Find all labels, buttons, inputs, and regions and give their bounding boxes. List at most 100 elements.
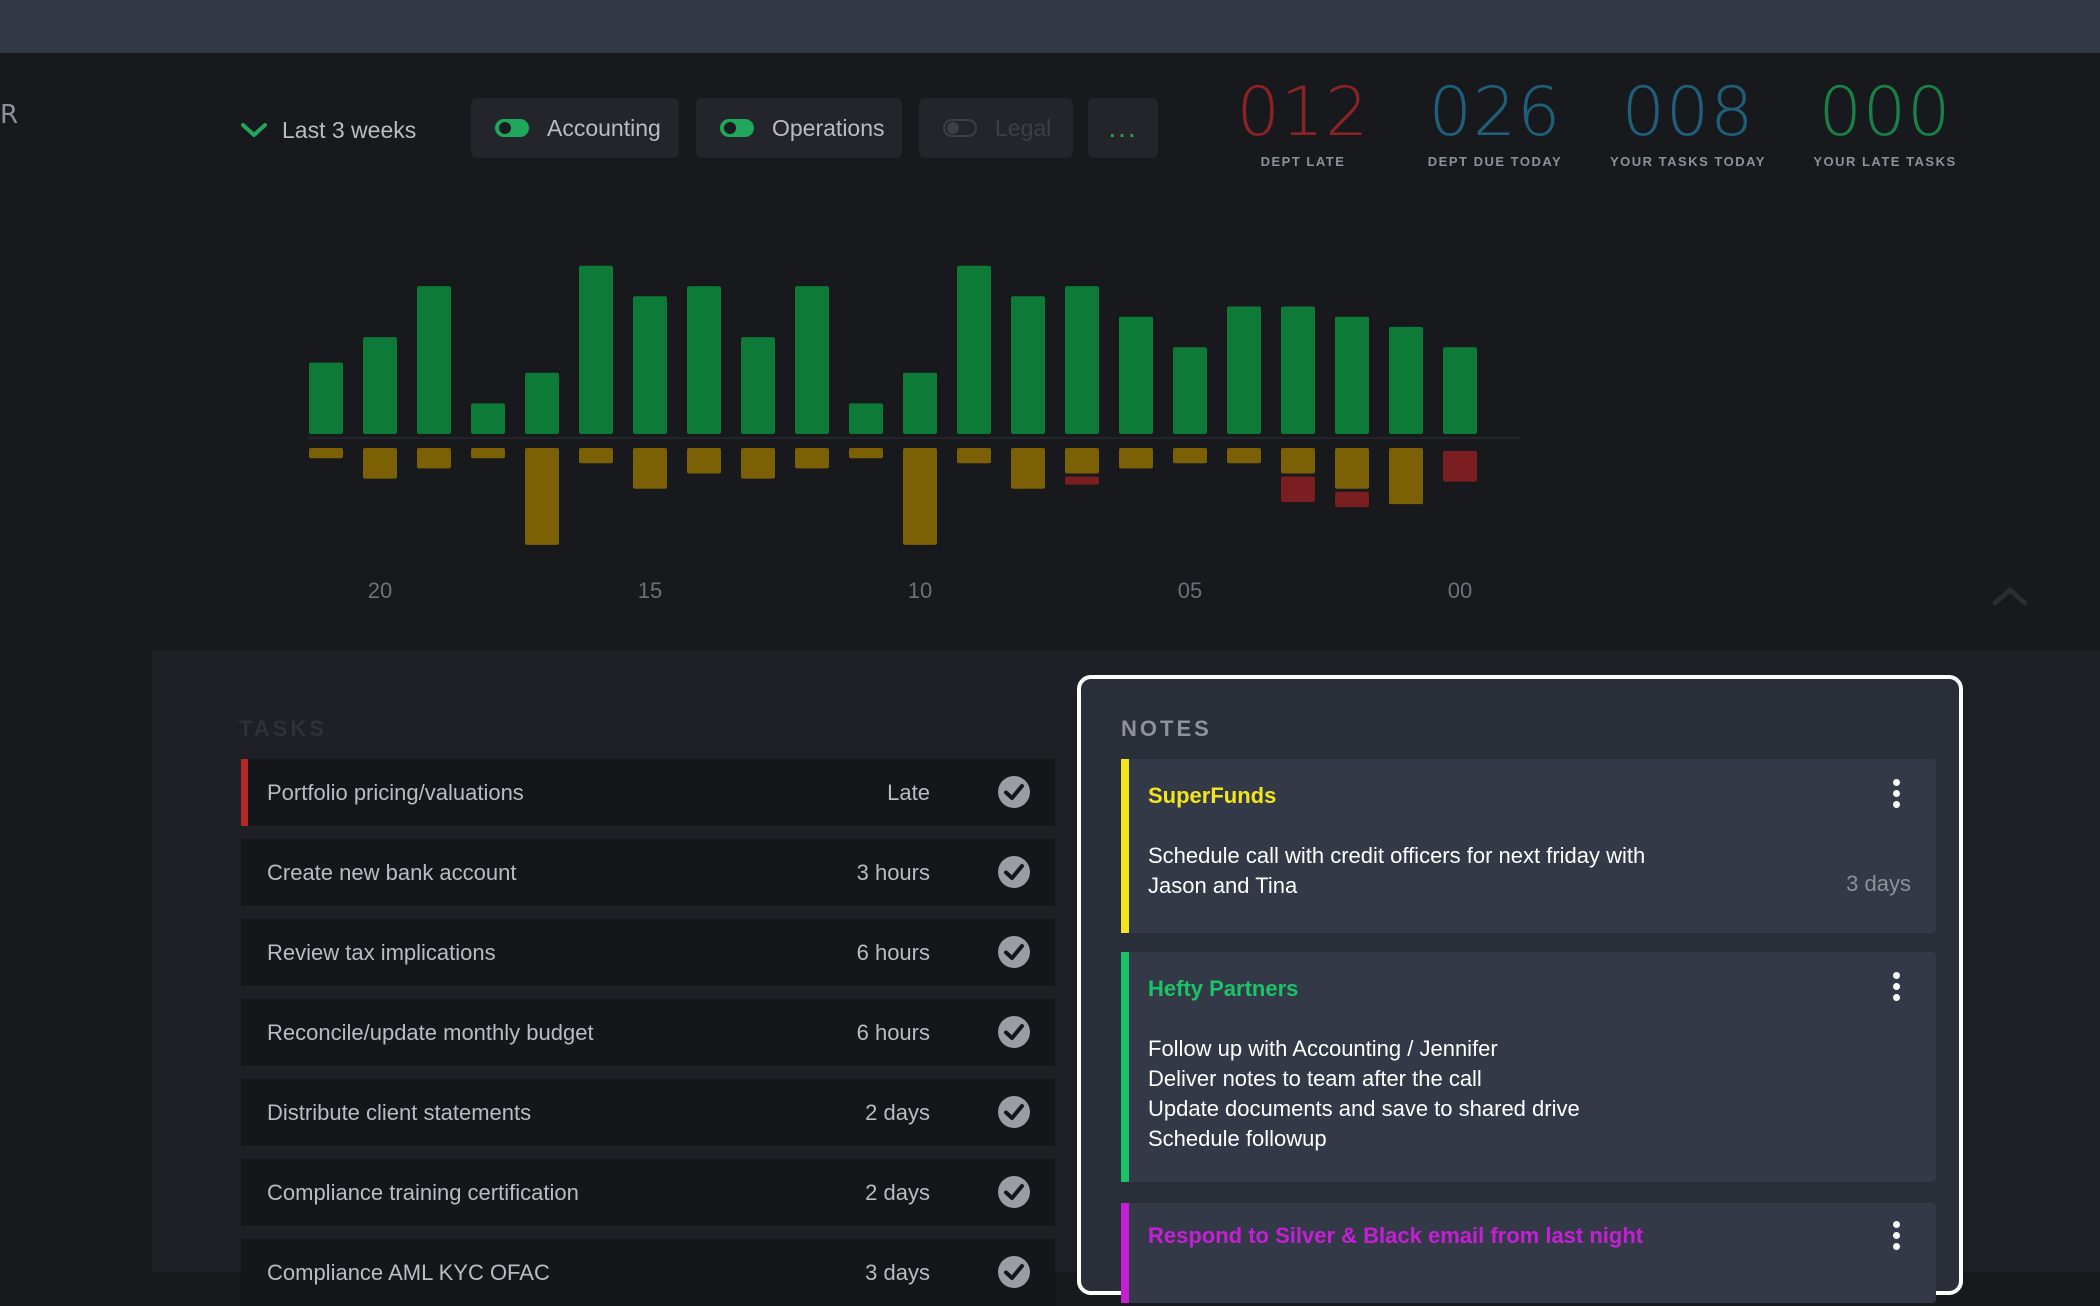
task-due: 3 hours: [856, 859, 930, 885]
chart-bar-pending: [1173, 448, 1207, 464]
tasks-title: TASKS: [239, 716, 327, 741]
note-card[interactable]: Respond to Silver & Black email from las…: [1121, 1203, 1936, 1303]
note-color-bar: [1121, 759, 1129, 933]
chart-bar-pending: [1281, 448, 1315, 474]
note-title: Respond to Silver & Black email from las…: [1148, 1223, 1644, 1248]
toggle-accounting[interactable]: Accounting: [471, 98, 679, 158]
stat-value: 026: [1428, 73, 1562, 152]
x-tick-label: 15: [638, 578, 662, 603]
task-row[interactable]: Compliance AML KYC OFAC 3 days: [241, 1239, 1055, 1306]
chart-bar-completed: [1281, 306, 1315, 434]
chart-bar-completed: [417, 286, 451, 434]
check-circle-icon[interactable]: [997, 1255, 1031, 1289]
chart-bar-pending: [741, 448, 775, 479]
note-card[interactable]: Hefty Partners Follow up with Accounting…: [1121, 952, 1936, 1182]
chart-bar-completed: [795, 286, 829, 434]
chart-bar-completed: [1011, 296, 1045, 434]
more-options-icon[interactable]: [1893, 972, 1901, 1005]
chart-bar-completed: [1443, 347, 1477, 434]
check-circle-icon[interactable]: [997, 1175, 1031, 1209]
check-circle-icon[interactable]: [997, 1015, 1031, 1049]
task-name: Compliance AML KYC OFAC: [267, 1259, 550, 1285]
chart-bar-completed: [1065, 286, 1099, 434]
chart-bar-late: [1065, 476, 1099, 485]
activity-bar-chart: 20 15 10 05 00: [308, 265, 1520, 603]
chevron-up-icon[interactable]: [1992, 586, 2028, 611]
chart-bar-pending: [957, 448, 991, 464]
chart-bar-completed: [957, 265, 991, 434]
chart-bar-completed: [471, 403, 505, 434]
chart-bar-pending: [903, 448, 937, 545]
task-row[interactable]: Compliance training certification 2 days: [241, 1159, 1055, 1226]
chart-bar-pending: [1335, 448, 1369, 489]
more-options-icon[interactable]: [1893, 779, 1901, 812]
task-due: 2 days: [865, 1179, 930, 1205]
stat-label: DEPT LATE: [1260, 154, 1346, 169]
chart-bar-pending: [1065, 448, 1099, 474]
more-filters-button[interactable]: ...: [1088, 98, 1158, 158]
chart-bar-pending: [471, 448, 505, 459]
notes-title: NOTES: [1121, 716, 1212, 741]
task-row[interactable]: Reconcile/update monthly budget 6 hours: [241, 999, 1055, 1066]
note-card[interactable]: SuperFunds Schedule call with credit off…: [1121, 759, 1936, 933]
toggle-legal-label: Legal: [995, 114, 1052, 141]
task-due: 3 days: [865, 1259, 930, 1285]
date-range-dropdown[interactable]: Last 3 weeks: [240, 112, 416, 148]
toggle-legal[interactable]: Legal: [919, 98, 1073, 158]
task-name: Create new bank account: [267, 859, 517, 885]
chart-bar-completed: [1389, 326, 1423, 434]
chart-bar-pending: [579, 448, 613, 464]
chart-bar-pending: [1389, 448, 1423, 505]
stat-label: DEPT DUE TODAY: [1427, 154, 1563, 169]
task-row[interactable]: Portfolio pricing/valuations Late: [241, 759, 1055, 826]
task-due: 6 hours: [856, 1019, 930, 1045]
note-color-bar: [1121, 1203, 1129, 1303]
chart-bar-pending: [849, 448, 883, 459]
task-row[interactable]: Create new bank account 3 hours: [241, 839, 1055, 906]
task-due: Late: [887, 779, 930, 805]
note-body: Schedule call with credit officers for n…: [1148, 843, 1646, 898]
chart-bar-completed: [849, 403, 883, 434]
check-circle-icon[interactable]: [997, 1095, 1031, 1129]
stat-value: 000: [1818, 73, 1952, 152]
task-name: Reconcile/update monthly budget: [267, 1019, 594, 1045]
chart-bar-late: [1335, 491, 1369, 508]
x-tick-label: 10: [908, 578, 932, 603]
task-name: Distribute client statements: [267, 1099, 532, 1125]
more-options-icon[interactable]: [1893, 1221, 1901, 1254]
chart-bar-pending: [1227, 448, 1261, 464]
chart-bar-pending: [633, 448, 667, 489]
stat-value: 008: [1621, 73, 1755, 152]
task-row[interactable]: Review tax implications 6 hours: [241, 919, 1055, 986]
task-due: 2 days: [865, 1099, 930, 1125]
chart-bar-completed: [741, 337, 775, 434]
note-age: 3 days: [1846, 871, 1911, 896]
stat-label: YOUR TASKS TODAY: [1610, 154, 1766, 169]
top-bar: [0, 0, 2100, 53]
stat-dept-late: 012 DEPT LATE: [1208, 74, 1398, 170]
task-name: Portfolio pricing/valuations: [267, 779, 524, 805]
x-tick-label: 05: [1178, 578, 1202, 603]
check-circle-icon[interactable]: [997, 775, 1031, 809]
chart-bar-completed: [1173, 347, 1207, 434]
x-tick-label: 20: [368, 578, 392, 603]
toggle-operations-label: Operations: [772, 114, 885, 141]
task-row[interactable]: Distribute client statements 2 days: [241, 1079, 1055, 1146]
toggle-operations[interactable]: Operations: [696, 98, 902, 158]
check-circle-icon[interactable]: [997, 935, 1031, 969]
chart-bar-completed: [363, 337, 397, 434]
chart-bar-pending: [687, 448, 721, 474]
chart-bar-completed: [579, 265, 613, 434]
check-circle-icon[interactable]: [997, 855, 1031, 889]
chart-bar-pending: [795, 448, 829, 469]
chart-bar-completed: [309, 362, 343, 434]
chart-bar-completed: [903, 372, 937, 434]
stat-your-tasks-today: 008 YOUR TASKS TODAY: [1593, 73, 1783, 170]
chart-bar-pending: [1119, 448, 1153, 469]
chevron-down-icon: [240, 120, 268, 140]
more-label: ...: [1108, 112, 1138, 143]
stat-label: YOUR LATE TASKS: [1813, 154, 1957, 169]
chart-bar-completed: [1227, 306, 1261, 434]
chart-bar-pending: [525, 448, 559, 545]
chart-bar-pending: [417, 448, 451, 469]
